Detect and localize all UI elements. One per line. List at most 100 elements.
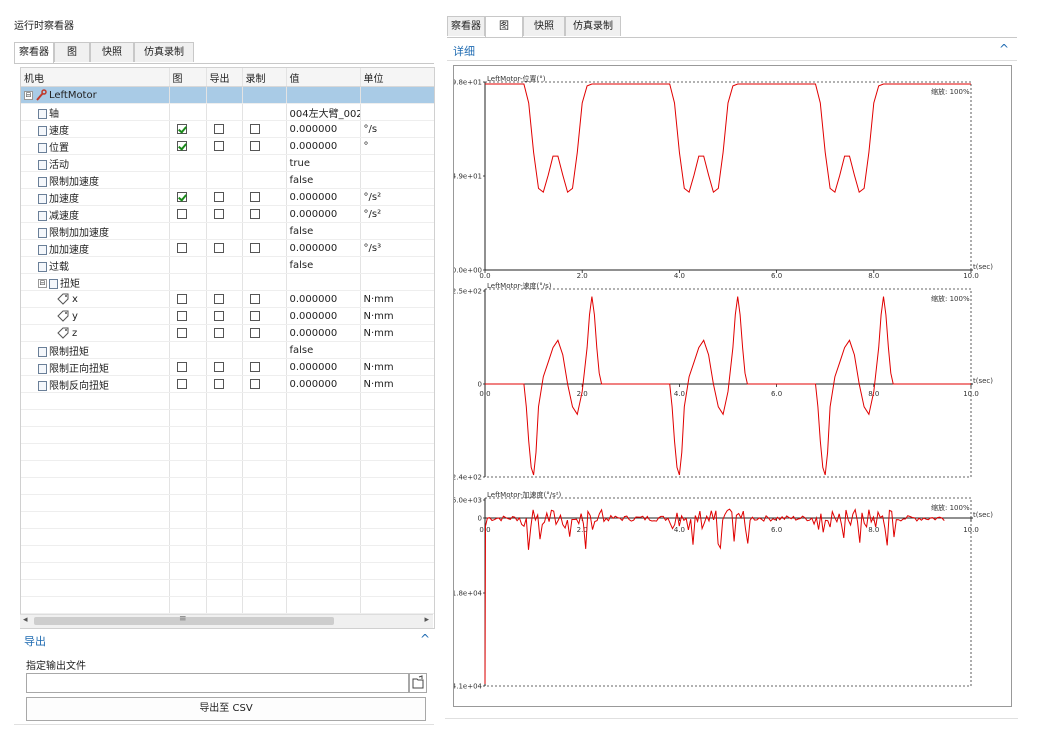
graph-checkbox[interactable] bbox=[176, 242, 187, 253]
export-checkbox[interactable] bbox=[213, 140, 224, 151]
row-value-cell[interactable]: false bbox=[286, 341, 361, 359]
col-header-unit[interactable]: 单位 bbox=[360, 68, 434, 87]
record-checkbox[interactable] bbox=[249, 123, 260, 134]
row-value-cell[interactable]: 0.000000 bbox=[286, 120, 361, 138]
export-file-input[interactable] bbox=[26, 673, 409, 693]
record-checkbox[interactable] bbox=[249, 242, 260, 253]
table-row[interactable]: 速度 0.000000 °/s bbox=[21, 120, 434, 138]
export-checkbox[interactable] bbox=[213, 293, 224, 304]
col-header-export[interactable]: 导出 bbox=[206, 68, 243, 87]
row-name-cell[interactable]: 减速度 bbox=[21, 205, 170, 223]
row-name-cell[interactable]: 位置 bbox=[21, 137, 170, 155]
graph-checkbox[interactable] bbox=[176, 123, 187, 134]
tab-inspector-right[interactable]: 察看器 bbox=[447, 16, 485, 36]
graph-checkbox[interactable] bbox=[176, 378, 187, 389]
graph-checkbox[interactable] bbox=[176, 361, 187, 372]
table-row[interactable]: 限制反向扭矩 0.000000 N·mm bbox=[21, 375, 434, 393]
tab-graph[interactable]: 图 bbox=[54, 42, 90, 62]
table-row[interactable]: z 0.000000 N·mm bbox=[21, 324, 434, 342]
export-checkbox[interactable] bbox=[213, 361, 224, 372]
graph-checkbox[interactable] bbox=[176, 191, 187, 202]
table-row[interactable]: 减速度 0.000000 °/s² bbox=[21, 205, 434, 223]
row-value-cell[interactable]: 004左大臂_002... bbox=[286, 103, 361, 121]
row-value-cell[interactable]: 0.000000 bbox=[286, 188, 361, 206]
table-row[interactable]: 活动 true bbox=[21, 154, 434, 172]
table-row[interactable]: 限制加速度 false bbox=[21, 171, 434, 189]
record-checkbox[interactable] bbox=[249, 140, 260, 151]
row-name-cell[interactable]: 加加速度 bbox=[21, 239, 170, 257]
record-checkbox[interactable] bbox=[249, 378, 260, 389]
record-checkbox[interactable] bbox=[249, 191, 260, 202]
table-row[interactable]: ⊟ LeftMotor bbox=[21, 86, 434, 104]
table-row[interactable]: 限制加加速度 false bbox=[21, 222, 434, 240]
row-name-cell[interactable]: 速度 bbox=[21, 120, 170, 138]
tab-snapshot-right[interactable]: 快照 bbox=[523, 16, 565, 36]
graph-checkbox[interactable] bbox=[176, 140, 187, 151]
row-name-cell[interactable]: ⊟ 扭矩 bbox=[21, 273, 170, 291]
row-value-cell[interactable]: false bbox=[286, 222, 361, 240]
record-checkbox[interactable] bbox=[249, 327, 260, 338]
col-header-graph[interactable]: 图 bbox=[169, 68, 207, 87]
export-checkbox[interactable] bbox=[213, 242, 224, 253]
row-name-cell[interactable]: 活动 bbox=[21, 154, 170, 172]
row-value-cell[interactable]: 0.000000 bbox=[286, 358, 361, 376]
row-value-cell[interactable]: false bbox=[286, 256, 361, 274]
row-value-cell[interactable]: false bbox=[286, 171, 361, 189]
record-checkbox[interactable] bbox=[249, 293, 260, 304]
scrollbar-thumb[interactable]: ≡ bbox=[34, 614, 334, 625]
row-value-cell[interactable] bbox=[286, 86, 361, 104]
row-value-cell[interactable]: 0.000000 bbox=[286, 307, 361, 325]
table-row[interactable]: 轴 004左大臂_002... bbox=[21, 103, 434, 121]
export-checkbox[interactable] bbox=[213, 208, 224, 219]
scroll-left-arrow[interactable]: ◂ bbox=[23, 615, 28, 625]
row-name-cell[interactable]: 轴 bbox=[21, 103, 170, 121]
row-value-cell[interactable] bbox=[286, 273, 361, 291]
table-row[interactable]: x 0.000000 N·mm bbox=[21, 290, 434, 308]
tab-sim-record[interactable]: 仿真录制 bbox=[134, 42, 194, 62]
row-name-cell[interactable]: 加速度 bbox=[21, 188, 170, 206]
horizontal-scrollbar[interactable]: ◂ ≡ ▸ bbox=[20, 614, 433, 628]
row-value-cell[interactable]: 0.000000 bbox=[286, 324, 361, 342]
record-checkbox[interactable] bbox=[249, 310, 260, 321]
graph-checkbox[interactable] bbox=[176, 208, 187, 219]
row-name-cell[interactable]: 限制反向扭矩 bbox=[21, 375, 170, 393]
tab-snapshot[interactable]: 快照 bbox=[90, 42, 134, 62]
row-name-cell[interactable]: y bbox=[21, 307, 170, 325]
scroll-right-arrow[interactable]: ▸ bbox=[424, 615, 429, 625]
table-row[interactable]: 加加速度 0.000000 °/s³ bbox=[21, 239, 434, 257]
col-header-record[interactable]: 录制 bbox=[242, 68, 287, 87]
row-value-cell[interactable]: 0.000000 bbox=[286, 137, 361, 155]
tree-collapse-icon[interactable]: ⊟ bbox=[38, 279, 47, 288]
table-row[interactable]: 限制扭矩 false bbox=[21, 341, 434, 359]
table-row[interactable]: 限制正向扭矩 0.000000 N·mm bbox=[21, 358, 434, 376]
table-row[interactable]: y 0.000000 N·mm bbox=[21, 307, 434, 325]
row-value-cell[interactable]: 0.000000 bbox=[286, 205, 361, 223]
export-collapse-icon[interactable]: ^ bbox=[420, 632, 430, 646]
row-name-cell[interactable]: ⊟ LeftMotor bbox=[21, 86, 170, 104]
row-name-cell[interactable]: 过载 bbox=[21, 256, 170, 274]
row-name-cell[interactable]: x bbox=[21, 290, 170, 308]
col-header-value[interactable]: 值 bbox=[286, 68, 361, 87]
graph-checkbox[interactable] bbox=[176, 327, 187, 338]
row-value-cell[interactable]: true bbox=[286, 154, 361, 172]
row-name-cell[interactable]: 限制加速度 bbox=[21, 171, 170, 189]
export-csv-button[interactable]: 导出至 CSV bbox=[26, 697, 426, 721]
row-name-cell[interactable]: z bbox=[21, 324, 170, 342]
browse-file-button[interactable] bbox=[409, 673, 427, 693]
export-checkbox[interactable] bbox=[213, 123, 224, 134]
row-value-cell[interactable]: 0.000000 bbox=[286, 239, 361, 257]
row-name-cell[interactable]: 限制扭矩 bbox=[21, 341, 170, 359]
tree-collapse-icon[interactable]: ⊟ bbox=[24, 90, 33, 100]
tab-sim-record-right[interactable]: 仿真录制 bbox=[565, 16, 621, 36]
row-name-cell[interactable]: 限制正向扭矩 bbox=[21, 358, 170, 376]
graph-checkbox[interactable] bbox=[176, 293, 187, 304]
tab-inspector[interactable]: 察看器 bbox=[14, 42, 54, 63]
tab-graph-right[interactable]: 图 bbox=[485, 16, 523, 37]
export-checkbox[interactable] bbox=[213, 310, 224, 321]
export-checkbox[interactable] bbox=[213, 191, 224, 202]
graph-checkbox[interactable] bbox=[176, 310, 187, 321]
export-checkbox[interactable] bbox=[213, 378, 224, 389]
row-name-cell[interactable]: 限制加加速度 bbox=[21, 222, 170, 240]
export-checkbox[interactable] bbox=[213, 327, 224, 338]
col-header-name[interactable]: 机电 bbox=[21, 68, 170, 87]
